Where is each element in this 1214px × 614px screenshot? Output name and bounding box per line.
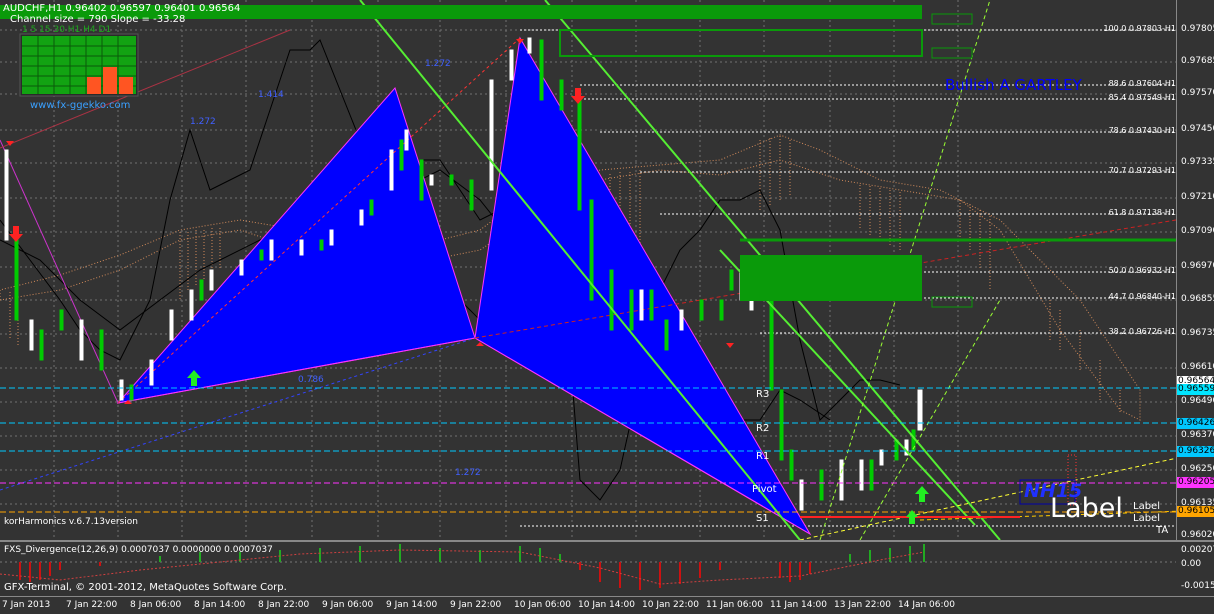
fib-label: 100.0 0.97803-H1 (1103, 24, 1176, 33)
time-axis-label: 9 Jan 06:00 (322, 600, 374, 610)
price-axis-label: 0.97210 (1181, 192, 1214, 202)
big-label: Label (1050, 493, 1123, 524)
price-axis-label: 0.96610 (1181, 362, 1214, 372)
pivot-s1-label: S1 (756, 513, 769, 524)
fib-label: 44.7 0.96840-H1 (1108, 292, 1176, 301)
fib-label: 61.8 0.97138-H1 (1108, 208, 1176, 217)
tiny-label: TA (1156, 525, 1169, 536)
price-tag: 0.96326 (1177, 446, 1214, 457)
ratio-label: 1.414 (258, 90, 284, 100)
histogram-positive (159, 544, 925, 562)
price-axis-label: 0.96020 (1181, 530, 1214, 540)
time-axis-label: 7 Jan 2013 (2, 600, 51, 610)
ratio-label: 1.272 (455, 468, 481, 478)
pattern-label: Bullish A GARTLEY (945, 76, 1082, 94)
price-tag: 0.96426 (1177, 418, 1214, 429)
price-axis-label: 0.96370 (1181, 430, 1214, 440)
price-axis-label: 0.96490 (1181, 396, 1214, 406)
time-axis-label: 9 Jan 14:00 (386, 600, 438, 610)
time-axis-label: 14 Jan 06:00 (898, 600, 955, 610)
fib-label: 50.0 0.96932-H1 (1108, 266, 1176, 275)
tiny-label: Label (1133, 501, 1160, 512)
time-axis-label: 7 Jan 22:00 (66, 600, 118, 610)
price-tag: 0.96205 (1177, 477, 1214, 488)
time-axis-label: 13 Jan 22:00 (834, 600, 891, 610)
pivot-r2-label: R2 (756, 423, 770, 434)
osc-axis-label: 0.00 (1181, 559, 1202, 569)
osc-axis-label: -0.0015 (1181, 581, 1214, 591)
bearish-arrow-icon (9, 226, 23, 242)
price-axis-label: 0.97450 (1181, 124, 1214, 134)
time-axis-label: 8 Jan 22:00 (258, 600, 310, 610)
bullish-arrow-icon (906, 510, 918, 524)
fib-label: 70.7 0.97293-H1 (1108, 166, 1176, 175)
fib-label: 85.4 0.97549-H1 (1108, 93, 1176, 102)
time-axis-label: 11 Jan 06:00 (706, 600, 763, 610)
time-axis-label: 8 Jan 06:00 (130, 600, 182, 610)
osc-axis-label: 0.002071 (1181, 545, 1214, 555)
ratio-label: 0.786 (298, 375, 324, 385)
price-axis-label: 0.96735 (1181, 328, 1214, 338)
price-tag: 0.96559 (1177, 384, 1214, 395)
level-meter (19, 33, 139, 97)
bearish-arrow-icon (571, 88, 585, 104)
copyright-text: GFX-Terminal, © 2001-2012, MetaQuotes So… (4, 582, 287, 593)
oscillator-plot[interactable]: FXS_Divergence(12,26,9) 0.0007037 0.0000… (0, 540, 1214, 596)
price-plot[interactable]: AUDCHF,H1 0.96402 0.96597 0.96401 0.9656… (0, 0, 1214, 540)
time-axis-label: 8 Jan 14:00 (194, 600, 246, 610)
tiny-label: Label (1133, 513, 1160, 524)
fib-label: 88.6 0.97604-H1 (1108, 79, 1176, 88)
pivot-lines (0, 387, 1176, 518)
price-axis-label: 0.96250 (1181, 464, 1214, 474)
watermark-link[interactable]: www.fx-ggekko.com (30, 100, 130, 112)
timeframe-selector[interactable]: 1 5 15 30 H1 H4 D1 (22, 24, 111, 36)
price-axis-label: 0.97090 (1181, 226, 1214, 236)
ratio-label: 1.272 (425, 59, 451, 69)
time-axis-label: 10 Jan 06:00 (514, 600, 571, 610)
price-axis-label: 0.96970 (1181, 261, 1214, 271)
pivot-r1-label: R1 (756, 451, 770, 462)
fib-label: 38.2 0.96726-H1 (1108, 327, 1176, 336)
time-axis-label: 10 Jan 14:00 (578, 600, 635, 610)
price-axis-label: 0.96855 (1181, 294, 1214, 304)
price-axis-label: 0.97685 (1181, 56, 1214, 66)
price-axis-label: 0.97570 (1181, 88, 1214, 98)
pivot-r3-label: R3 (756, 389, 770, 400)
chart-window[interactable]: AUDCHF,H1 0.96402 0.96597 0.96401 0.9656… (0, 0, 1214, 614)
ratio-label: 1.272 (190, 117, 216, 127)
time-axis-label: 11 Jan 14:00 (770, 600, 827, 610)
bullish-arrow-icon (915, 486, 929, 502)
price-axis-label: 0.97335 (1181, 157, 1214, 167)
harmonic-pattern (0, 29, 1177, 536)
indicator-label: korHarmonics v.6.7.13version (4, 517, 138, 527)
pivot-label: Pivot (752, 484, 777, 495)
oscillator-label: FXS_Divergence(12,26,9) 0.0007037 0.0000… (4, 545, 273, 555)
time-axis-label: 9 Jan 22:00 (450, 600, 502, 610)
time-axis-label: 10 Jan 22:00 (642, 600, 699, 610)
price-tag: 0.96105 (1177, 506, 1214, 517)
fib-label: 78.6 0.97430-H1 (1108, 126, 1176, 135)
price-axis-label: 0.97805 (1181, 24, 1214, 34)
